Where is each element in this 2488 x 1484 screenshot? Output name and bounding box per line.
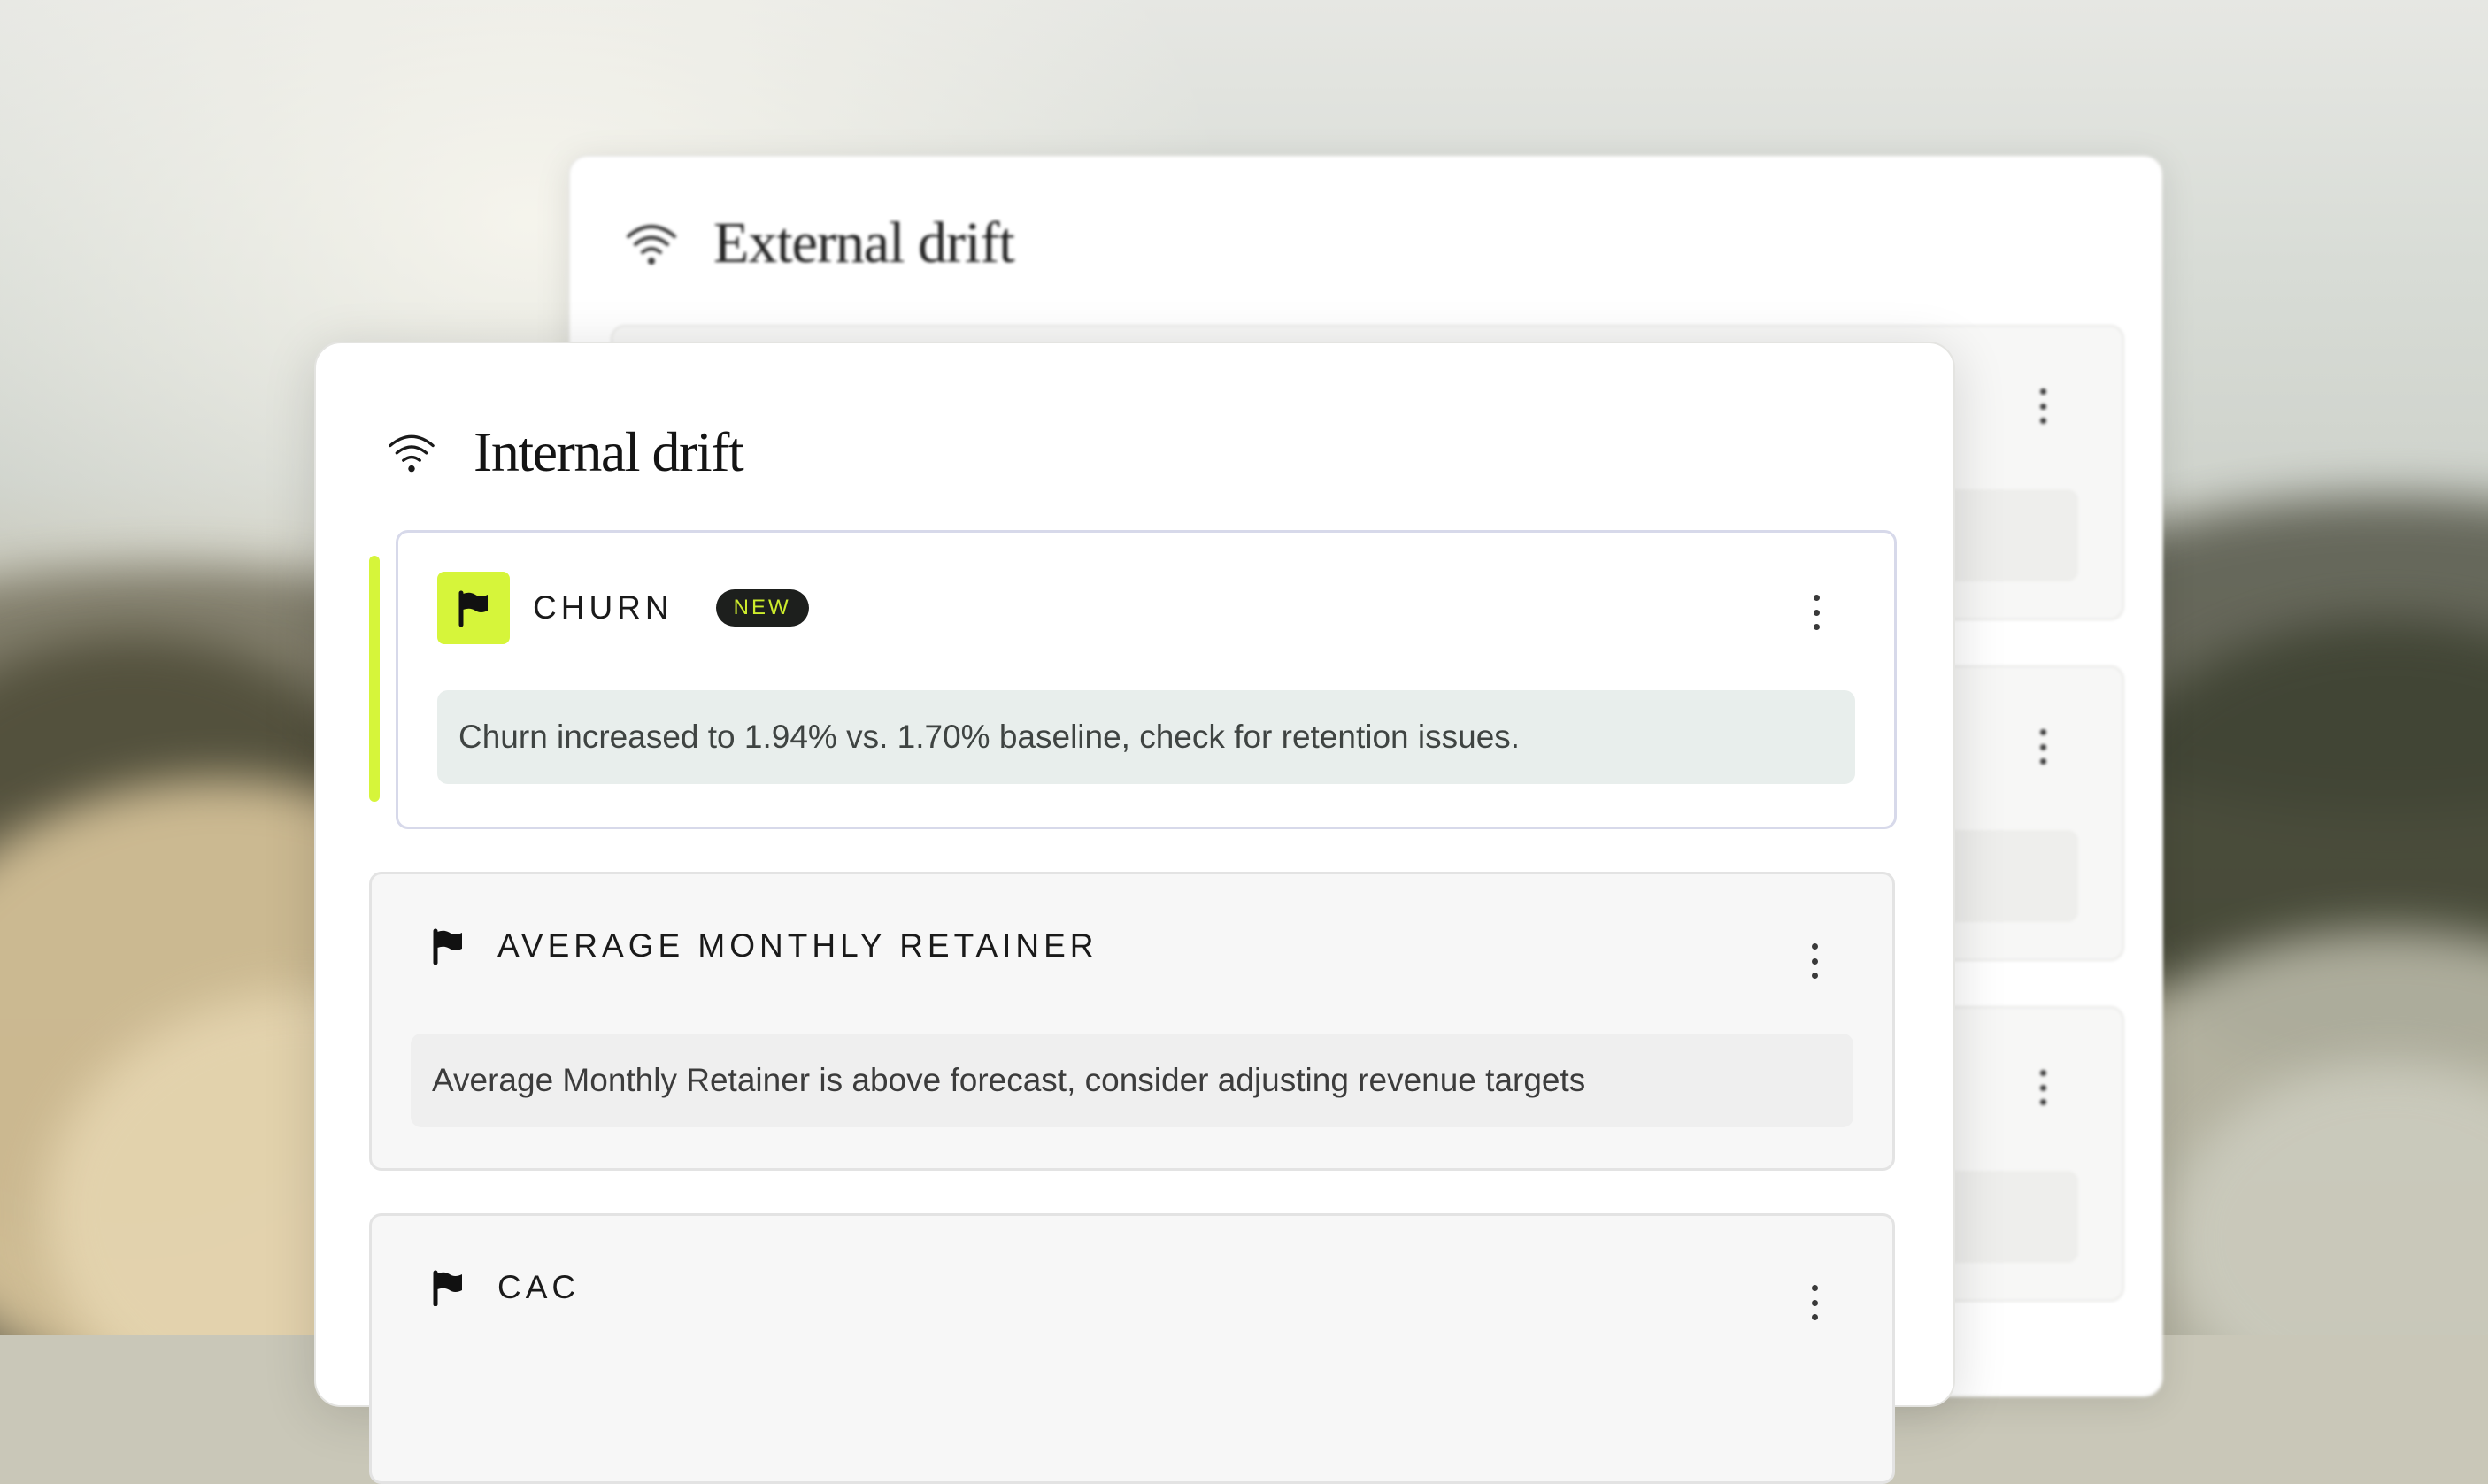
internal-drift-header: Internal drift: [385, 419, 744, 485]
flag-icon: [430, 927, 466, 965]
new-badge: NEW: [715, 589, 809, 627]
panel-title: Internal drift: [474, 420, 744, 483]
more-options-icon[interactable]: [1806, 595, 1827, 630]
panel-title: External drift: [713, 211, 1015, 275]
more-options-icon[interactable]: [2032, 729, 2053, 765]
wifi-icon: [623, 219, 680, 268]
drift-item-churn[interactable]: CHURN NEW Churn increased to 1.94% vs. 1…: [396, 530, 1897, 829]
active-item-indicator: [369, 556, 380, 802]
more-options-icon[interactable]: [2032, 388, 2053, 424]
wifi-icon: [385, 429, 438, 475]
flag-icon: [437, 572, 510, 644]
item-title: CAC: [497, 1269, 581, 1305]
item-message: Churn increased to 1.94% vs. 1.70% basel…: [437, 690, 1855, 784]
more-options-icon[interactable]: [1804, 1285, 1825, 1320]
item-title: CHURN: [533, 589, 674, 626]
more-options-icon[interactable]: [1804, 943, 1825, 979]
flag-icon: [430, 1269, 466, 1306]
more-options-icon[interactable]: [2032, 1070, 2053, 1105]
external-drift-header: External drift: [623, 210, 1015, 277]
item-title: AVERAGE MONTHLY RETAINER: [497, 927, 1098, 964]
internal-drift-panel: Internal drift CHURN NEW Churn increased…: [314, 342, 1955, 1484]
item-message: Average Monthly Retainer is above foreca…: [411, 1034, 1853, 1127]
drift-item-average-monthly-retainer[interactable]: AVERAGE MONTHLY RETAINER Average Monthly…: [369, 872, 1895, 1171]
drift-item-cac[interactable]: CAC: [369, 1213, 1895, 1484]
